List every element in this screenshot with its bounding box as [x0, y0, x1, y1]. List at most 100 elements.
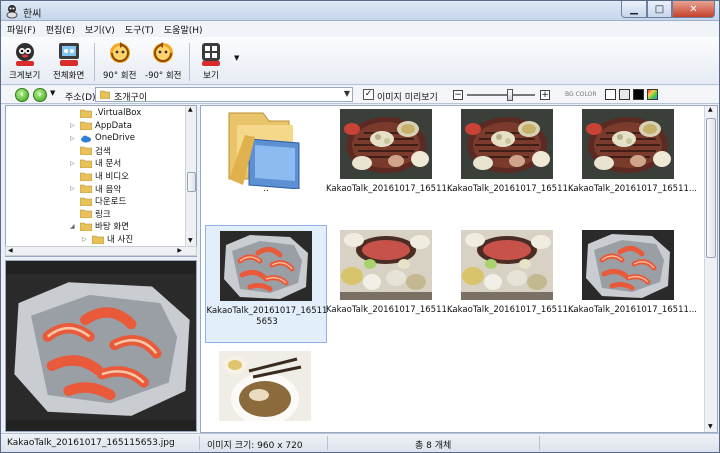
thumbnail-image — [461, 109, 553, 179]
bg-swatch-custom[interactable] — [647, 89, 658, 100]
tree-item-label: 링크 — [95, 209, 111, 220]
history-dropdown-icon[interactable]: ▼ — [50, 89, 55, 97]
scroll-down-icon[interactable]: ▼ — [708, 423, 713, 430]
folder-icon — [100, 90, 110, 99]
zoom-slider-thumb[interactable] — [506, 89, 513, 101]
zoom-slider-track[interactable] — [467, 94, 535, 96]
menu-edit[interactable]: 편집(E) — [46, 23, 75, 36]
menu-file[interactable]: 파일(F) — [7, 23, 36, 36]
thumbnail-caption: KakaoTalk_20161017_16511... — [447, 305, 577, 315]
tree-scrollbar[interactable]: ▲ ▼ — [185, 106, 196, 256]
tree-expander-icon[interactable]: ▷ — [82, 236, 92, 243]
menu-view[interactable]: 보기(V) — [85, 23, 115, 36]
tree-expander-icon[interactable]: ◢ — [70, 223, 80, 230]
tree-expander-icon[interactable]: ▷ — [70, 185, 80, 192]
forward-button[interactable]: › — [33, 88, 47, 102]
thumbnail-image — [582, 109, 674, 179]
tree-item[interactable]: 다운로드 — [70, 195, 126, 207]
fullscreen-button[interactable]: 전체화면 — [53, 41, 84, 81]
tree-item[interactable]: .VirtualBox — [70, 107, 141, 119]
forward-arrow-icon: › — [38, 90, 42, 100]
toolbar-separator — [189, 43, 190, 81]
tree-item[interactable]: 링크 — [70, 208, 111, 220]
tree-item[interactable]: ▷ 내 사진 — [82, 233, 133, 245]
thumbnail-caption: KakaoTalk_20161017_16511... — [326, 305, 456, 315]
fit-view-button[interactable]: 크게보기 — [9, 41, 40, 81]
folder-tree: ▲ ▼ .VirtualBox ▷ AppData ▷ OneDrive 검색 ▷ 내 문서내… — [5, 105, 197, 257]
image-thumbnail[interactable]: KakaoTalk_20161017_16511... — [568, 225, 697, 343]
tree-item-label: 다운로드 — [95, 197, 127, 208]
tree-item-label: 내 사진 — [107, 235, 134, 245]
folder-icon — [80, 172, 92, 181]
scroll-left-icon[interactable]: ◀ — [8, 247, 13, 254]
tree-item[interactable]: ▷ AppData — [70, 120, 132, 132]
window-title: 한씨 — [23, 9, 42, 20]
rotate-cw-icon — [109, 42, 130, 63]
view-dropdown-arrow-icon[interactable]: ▼ — [234, 54, 239, 62]
tree-item-label: 내 비디오 — [95, 172, 129, 182]
tree-scroll-thumb[interactable] — [187, 172, 196, 192]
tree-item[interactable]: 내 비디오 — [70, 170, 129, 182]
tree-item[interactable]: ▷ OneDrive — [70, 132, 135, 144]
tree-expander-icon[interactable]: ▷ — [70, 160, 80, 167]
image-thumbnail[interactable]: KakaoTalk_20161017_16511... — [447, 225, 577, 343]
image-thumbnail[interactable]: KakaoTalk_20161017_16511... — [447, 105, 577, 222]
scroll-up-icon[interactable]: ▲ — [708, 106, 713, 113]
tree-expander-icon[interactable]: ▷ — [70, 122, 80, 129]
menu-help[interactable]: 도움말(H) — [164, 23, 203, 36]
tree-item[interactable]: 검색 — [70, 145, 111, 157]
tree-item[interactable]: ▷ 내 문서 — [70, 157, 121, 169]
scroll-up-icon[interactable]: ▲ — [188, 106, 193, 113]
minimize-button[interactable]: ▁ — [621, 1, 647, 18]
minimize-icon: ▁ — [630, 3, 638, 15]
thumbnail-caption: KakaoTalk_20161017_16511... — [447, 184, 577, 194]
bg-swatch-gray[interactable] — [619, 89, 630, 100]
title-bar: 한씨 ▁ □ ✕ — [1, 1, 719, 21]
folder-icon — [80, 146, 92, 156]
tree-hscrollbar[interactable]: ◀ ▶ — [5, 246, 197, 256]
image-thumbnail[interactable]: KakaoTalk_20161017_165115653 — [205, 225, 327, 343]
rotate-cw-button[interactable]: 90° 회전 — [103, 41, 136, 81]
image-thumbnail[interactable]: KakaoTalk_20161017_16511... — [326, 105, 455, 222]
zoom-in-button[interactable]: + — [540, 90, 550, 100]
app-icon — [6, 5, 18, 19]
image-thumbnail[interactable]: KakaoTalk_20161017_16511... — [326, 225, 456, 343]
grid-scroll-thumb[interactable] — [706, 118, 716, 258]
status-separator — [327, 436, 328, 450]
thumbnail-caption: .. — [263, 184, 269, 194]
image-thumbnail[interactable] — [205, 346, 327, 433]
tree-item[interactable]: ◢ 바탕 화면 — [70, 220, 129, 232]
close-button[interactable]: ✕ — [672, 1, 715, 18]
address-input[interactable]: 조개구이 ▼ — [95, 87, 353, 103]
bg-swatch-black[interactable] — [633, 89, 644, 100]
menu-tools[interactable]: 도구(T) — [125, 23, 154, 36]
image-thumbnail[interactable]: KakaoTalk_20161017_16511... — [568, 105, 697, 222]
thumbnail-grid: ▲ ▼ .. KakaoTalk_20161017_16511... KakaoTa… — [200, 105, 718, 433]
back-button[interactable]: ‹ — [15, 88, 29, 102]
plus-icon: + — [541, 90, 549, 100]
folder-icon — [80, 209, 92, 219]
status-filename: KakaoTalk_20161017_165115653.jpg — [7, 438, 175, 448]
rotate-ccw-icon — [153, 42, 174, 63]
status-separator — [539, 436, 540, 450]
address-dropdown-icon[interactable]: ▼ — [344, 89, 350, 98]
preview-checkbox[interactable]: ✓ — [363, 89, 374, 100]
status-separator — [199, 436, 200, 450]
rotate-ccw-button[interactable]: -90° 회전 — [145, 41, 181, 81]
parent-folder-item[interactable]: .. — [205, 106, 327, 222]
maximize-button[interactable]: □ — [647, 1, 672, 18]
scroll-down-icon[interactable]: ▼ — [188, 237, 193, 244]
scroll-right-icon[interactable]: ▶ — [177, 247, 182, 254]
preview-image — [6, 261, 197, 432]
grid-scrollbar[interactable]: ▲ ▼ — [704, 106, 717, 432]
tree-item-label: AppData — [95, 120, 132, 131]
rotate-cw-label: 90° 회전 — [103, 71, 137, 81]
zoom-out-button[interactable]: − — [453, 90, 463, 100]
view-mode-button[interactable]: 보기 — [197, 41, 225, 81]
tree-item[interactable]: ▷ 내 음악 — [70, 183, 121, 195]
maximize-icon: □ — [654, 3, 665, 15]
tree-item-label: 내 문서 — [95, 159, 122, 170]
folder-icon — [80, 184, 92, 194]
bg-swatch-white[interactable] — [605, 89, 616, 100]
tree-expander-icon[interactable]: ▷ — [70, 135, 80, 142]
